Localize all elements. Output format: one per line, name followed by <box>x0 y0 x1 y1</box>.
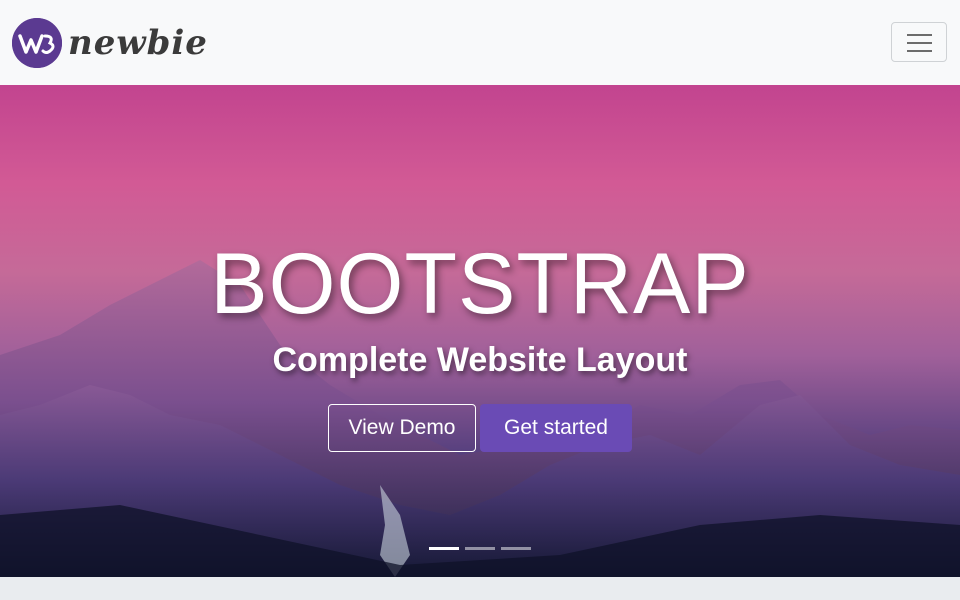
content-section <box>0 577 960 600</box>
carousel-indicators <box>429 547 531 550</box>
hero-carousel: BOOTSTRAP Complete Website Layout View D… <box>0 85 960 577</box>
carousel-indicator-3[interactable] <box>501 547 531 550</box>
navbar-toggler-button[interactable] <box>891 22 947 62</box>
hamburger-menu-icon <box>907 34 932 36</box>
brand-name: newbie <box>68 23 208 63</box>
view-demo-button[interactable]: View Demo <box>328 404 476 452</box>
get-started-button[interactable]: Get started <box>480 404 632 452</box>
carousel-indicator-1[interactable] <box>429 547 459 550</box>
hamburger-line <box>907 42 932 44</box>
navbar: newbie <box>0 0 960 85</box>
hamburger-line <box>907 50 932 52</box>
w3-logo-icon <box>12 18 62 68</box>
hero-subtitle: Complete Website Layout <box>272 341 688 379</box>
hero-title: BOOTSTRAP <box>210 236 750 332</box>
carousel-indicator-2[interactable] <box>465 547 495 550</box>
brand-logo[interactable]: newbie <box>12 17 208 69</box>
